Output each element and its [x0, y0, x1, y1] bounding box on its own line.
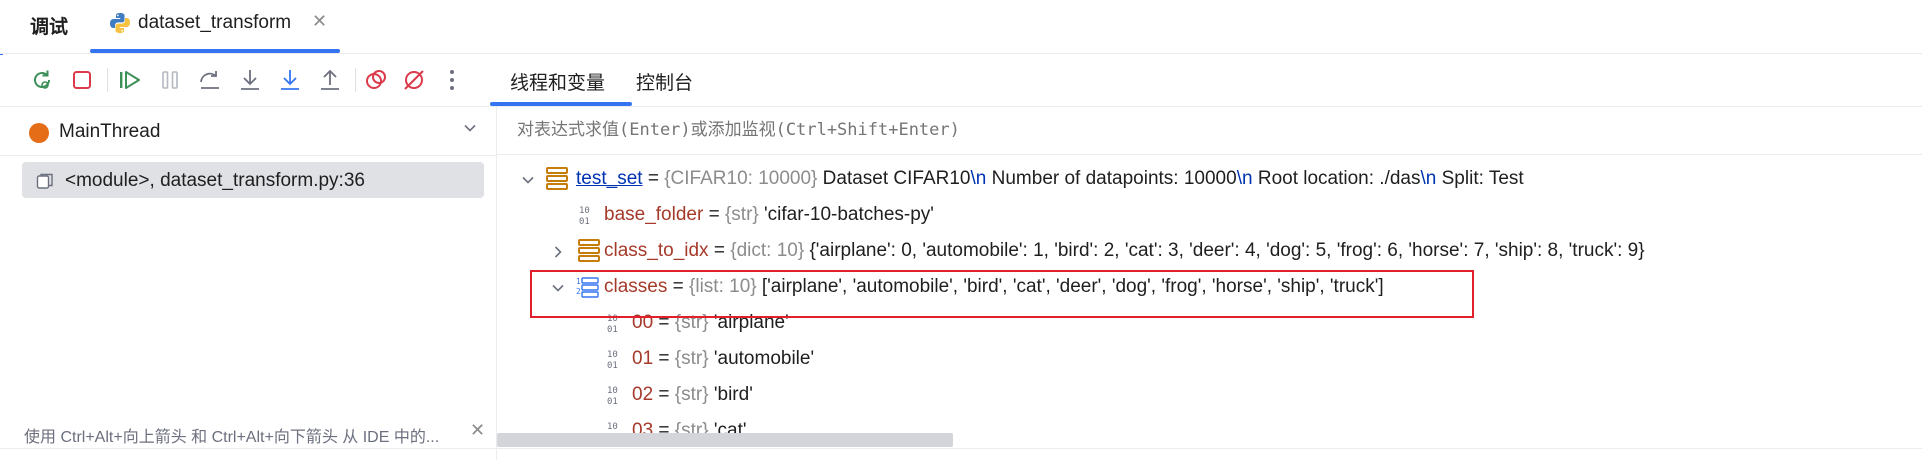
variable-type: {str}	[674, 384, 709, 405]
close-icon[interactable]: ✕	[312, 11, 327, 32]
chevron-right-icon[interactable]	[550, 244, 566, 260]
string-icon: 1001	[607, 386, 618, 406]
variable-value: Number of datapoints: 10000	[986, 168, 1237, 189]
frame-icon	[36, 173, 53, 189]
variable-type: {dict: 10}	[730, 240, 805, 261]
equals: =	[642, 168, 665, 189]
mute-breakpoints-icon[interactable]	[400, 66, 428, 94]
tab-dataset-transform[interactable]: dataset_transform ✕	[90, 0, 340, 53]
step-out-icon[interactable]	[316, 66, 344, 94]
evaluate-expression-input[interactable]	[515, 119, 1899, 141]
stop-icon[interactable]	[68, 66, 96, 94]
variable-type: {str}	[674, 348, 709, 369]
variable-name: 01	[632, 348, 654, 369]
variable-value: 'bird'	[708, 384, 753, 405]
evaluate-bar	[497, 107, 1922, 155]
thread-status-icon	[29, 123, 49, 143]
equals: =	[708, 240, 731, 261]
close-icon[interactable]: ✕	[470, 420, 485, 441]
svg-text:10: 10	[607, 386, 618, 396]
svg-text:01: 01	[607, 361, 618, 370]
variable-row[interactable]: test_set = {CIFAR10: 10000} Dataset CIFA…	[520, 166, 1920, 200]
toolbar-separator	[355, 68, 356, 92]
debug-toolbar: 线程和变量 控制台	[0, 54, 1922, 107]
tab-console[interactable]: 控制台	[636, 68, 693, 95]
dict-icon	[578, 238, 600, 264]
svg-text:10: 10	[579, 206, 590, 216]
object-icon	[546, 166, 568, 192]
equals: =	[703, 204, 725, 225]
chevron-down-icon[interactable]	[463, 121, 477, 135]
svg-text:01: 01	[607, 325, 618, 334]
variable-type: {CIFAR10: 10000}	[664, 168, 818, 189]
escape-newline: \n	[1236, 168, 1253, 189]
thread-name: MainThread	[59, 121, 161, 142]
tab-bar: 调试 dataset_transform ✕	[0, 0, 1922, 54]
annotation-highlight-box	[530, 270, 1474, 318]
variable-value: Split: Test	[1436, 168, 1524, 189]
variable-row[interactable]: class_to_idx = {dict: 10} {'airplane': 0…	[550, 238, 1910, 272]
frame-label: <module>, dataset_transform.py:36	[65, 170, 365, 191]
string-icon: 1001	[607, 350, 618, 370]
tab-threads-variables[interactable]: 线程和变量	[510, 68, 605, 95]
active-tab-indicator	[490, 102, 632, 106]
variable-name: test_set	[576, 168, 643, 189]
svg-text:10: 10	[607, 350, 618, 360]
variable-value: Dataset CIFAR10	[817, 168, 971, 189]
variable-value: 'automobile'	[708, 348, 815, 369]
string-icon: 1001	[579, 206, 590, 226]
step-over-icon[interactable]	[196, 66, 224, 94]
divider	[0, 155, 496, 156]
variable-row[interactable]: 10 01 base_folder = {str} 'cifar-10-batch…	[578, 202, 1878, 236]
frames-panel: MainThread <module>, dataset_transform.p…	[0, 107, 497, 460]
step-into-my-code-icon[interactable]	[276, 66, 304, 94]
list-item[interactable]: 10 01 02 = {str} 'bird'	[606, 382, 1206, 416]
variable-name: base_folder	[604, 204, 704, 225]
escape-newline: \n	[970, 168, 987, 189]
python-file-icon	[110, 13, 130, 33]
variable-name: 02	[632, 384, 654, 405]
step-into-icon[interactable]	[236, 66, 264, 94]
variable-value: 'cifar-10-batches-py'	[758, 204, 934, 225]
tool-window-title: 调试	[30, 17, 69, 38]
svg-text:01: 01	[607, 397, 618, 406]
chevron-down-icon[interactable]	[520, 172, 536, 188]
toolbar-separator	[107, 68, 108, 92]
resume-icon[interactable]	[116, 66, 144, 94]
active-tab-indicator	[90, 49, 340, 53]
horizontal-scrollbar[interactable]	[497, 433, 953, 447]
variable-name: class_to_idx	[604, 240, 709, 261]
svg-text:01: 01	[579, 217, 590, 226]
variable-value: {'airplane': 0, 'automobile': 1, 'bird':…	[804, 240, 1645, 261]
divider	[0, 448, 1922, 449]
rerun-icon[interactable]	[28, 66, 56, 94]
navigation-hint: 使用 Ctrl+Alt+向上箭头 和 Ctrl+Alt+向下箭头 从 IDE 中…	[24, 429, 440, 446]
svg-text:10: 10	[607, 422, 618, 432]
view-breakpoints-icon[interactable]	[362, 66, 390, 94]
tab-label: dataset_transform	[138, 12, 292, 33]
equals: =	[653, 348, 675, 369]
equals: =	[653, 384, 675, 405]
escape-newline: \n	[1420, 168, 1437, 189]
frame-item[interactable]: <module>, dataset_transform.py:36	[22, 162, 484, 198]
pause-icon[interactable]	[156, 66, 184, 94]
variable-value: Root location: ./das	[1252, 168, 1421, 189]
more-icon[interactable]	[438, 66, 466, 94]
list-item[interactable]: 10 01 01 = {str} 'automobile'	[606, 346, 1206, 380]
variable-type: {str}	[724, 204, 759, 225]
